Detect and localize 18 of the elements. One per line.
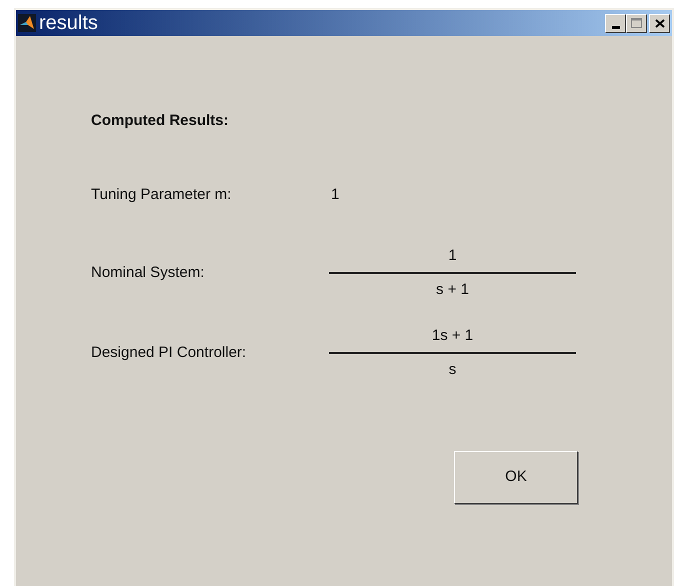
denominator: s + 1	[436, 280, 469, 300]
close-icon	[654, 18, 664, 28]
ok-button[interactable]: OK	[454, 451, 578, 504]
numerator: 1s + 1	[432, 326, 474, 346]
maximize-icon	[631, 18, 642, 28]
denominator: s	[448, 360, 456, 380]
field-value: 1	[331, 184, 340, 205]
numerator: 1	[448, 246, 457, 266]
field-label: Designed PI Controller:	[91, 342, 248, 363]
maximize-button[interactable]	[626, 14, 647, 32]
close-button[interactable]	[649, 14, 670, 32]
minimize-icon	[612, 26, 620, 28]
field-label: Tuning Parameter m:	[91, 184, 232, 205]
window-title: results	[39, 13, 98, 33]
app-logo-icon	[18, 14, 36, 32]
section-heading: Computed Results:	[91, 111, 230, 131]
field-label: Nominal System:	[91, 262, 206, 283]
minimize-button[interactable]	[605, 14, 626, 32]
